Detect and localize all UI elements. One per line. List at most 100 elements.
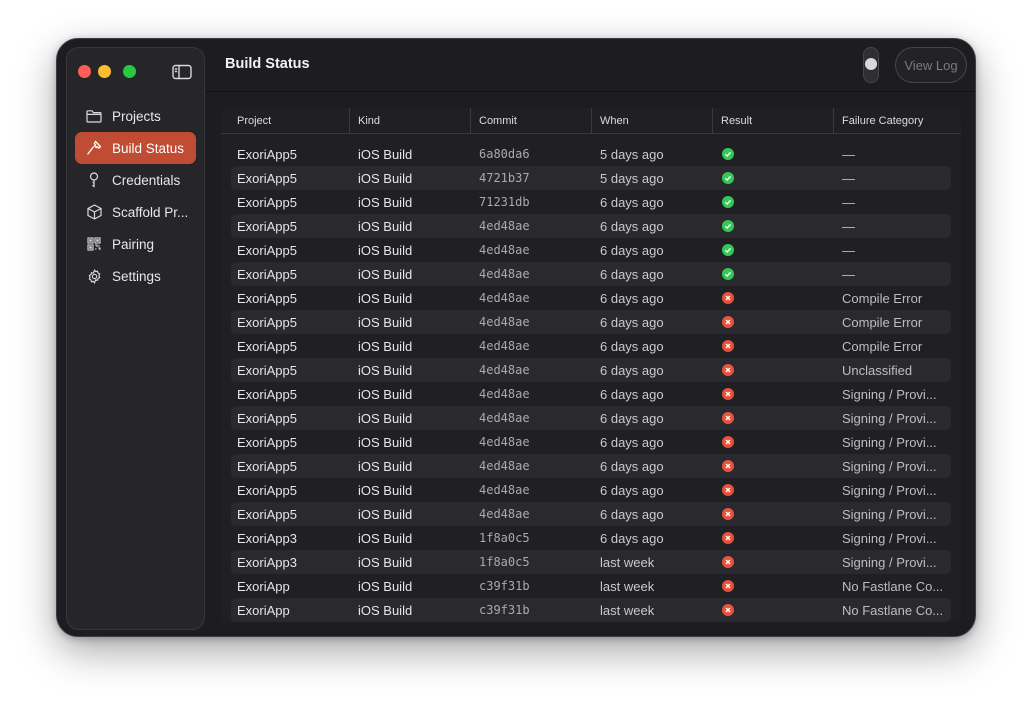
column-header-failure-category[interactable]: Failure Category bbox=[833, 108, 961, 134]
table-row[interactable]: ExoriApp5 iOS Build 4721b37 5 days ago — bbox=[231, 166, 951, 190]
cell-project: ExoriApp5 bbox=[237, 506, 297, 522]
table-row[interactable]: ExoriApp5 iOS Build 4ed48ae 6 days ago Compi… bbox=[231, 310, 951, 334]
failure-x-icon bbox=[722, 364, 734, 376]
column-header-commit[interactable]: Commit bbox=[470, 108, 591, 134]
cell-kind: iOS Build bbox=[358, 170, 413, 186]
cell-when: 6 days ago bbox=[600, 506, 664, 522]
cell-project: ExoriApp5 bbox=[237, 410, 297, 426]
sidebar-toggle-icon[interactable] bbox=[172, 64, 192, 80]
column-header-when[interactable]: When bbox=[591, 108, 712, 134]
cell-commit: 6a80da6 bbox=[479, 147, 530, 161]
cell-kind: iOS Build bbox=[358, 602, 413, 618]
cell-result bbox=[722, 406, 834, 430]
table-row[interactable]: ExoriApp5 iOS Build 4ed48ae 6 days ago Signi… bbox=[231, 478, 951, 502]
cell-when: 6 days ago bbox=[600, 386, 664, 402]
cell-commit: 4ed48ae bbox=[479, 339, 530, 353]
table-row[interactable]: ExoriApp5 iOS Build 4ed48ae 6 days ago Signi… bbox=[231, 454, 951, 478]
table-row[interactable]: ExoriApp5 iOS Build 4ed48ae 6 days ago — bbox=[231, 214, 951, 238]
zoom-window-button[interactable] bbox=[123, 65, 136, 78]
view-log-button[interactable]: View Log bbox=[895, 47, 967, 83]
failure-x-icon bbox=[722, 580, 734, 592]
cell-when: 6 days ago bbox=[600, 242, 664, 258]
sidebar-item-label: Build Status bbox=[112, 140, 185, 156]
sidebar-item-credentials[interactable]: Credentials bbox=[75, 164, 196, 196]
column-header-result[interactable]: Result bbox=[712, 108, 833, 134]
sidebar-item-projects[interactable]: Projects bbox=[75, 100, 196, 132]
table-row[interactable]: ExoriApp3 iOS Build 1f8a0c5 last week Signin… bbox=[231, 550, 951, 574]
table-row[interactable]: ExoriApp5 iOS Build 4ed48ae 6 days ago Uncla… bbox=[231, 358, 951, 382]
cell-project: ExoriApp5 bbox=[237, 314, 297, 330]
hammer-icon bbox=[86, 140, 102, 156]
cell-failure-category: — bbox=[842, 170, 855, 186]
table-row[interactable]: ExoriApp5 iOS Build 71231db 6 days ago — bbox=[231, 190, 951, 214]
cell-result bbox=[722, 526, 834, 550]
column-header-project[interactable]: Project bbox=[229, 108, 349, 134]
cell-commit: 1f8a0c5 bbox=[479, 531, 530, 545]
cell-result bbox=[722, 478, 834, 502]
failure-x-icon bbox=[722, 604, 734, 616]
failure-x-icon bbox=[722, 532, 734, 544]
cell-kind: iOS Build bbox=[358, 194, 413, 210]
table-row[interactable]: ExoriApp3 iOS Build 1f8a0c5 6 days ago Signi… bbox=[231, 526, 951, 550]
cell-result bbox=[722, 214, 834, 238]
success-checkmark-icon bbox=[722, 268, 734, 280]
cell-kind: iOS Build bbox=[358, 290, 413, 306]
table-row[interactable]: ExoriApp5 iOS Build 4ed48ae 6 days ago Signi… bbox=[231, 430, 951, 454]
failure-x-icon bbox=[722, 484, 734, 496]
column-header-kind[interactable]: Kind bbox=[349, 108, 470, 134]
cell-when: 6 days ago bbox=[600, 314, 664, 330]
cell-commit: 4ed48ae bbox=[479, 291, 530, 305]
cell-commit: c39f31b bbox=[479, 603, 530, 617]
success-checkmark-icon bbox=[722, 220, 734, 232]
cell-when: 5 days ago bbox=[600, 170, 664, 186]
table-row[interactable]: ExoriApp5 iOS Build 4ed48ae 6 days ago — bbox=[231, 262, 951, 286]
cell-project: ExoriApp5 bbox=[237, 170, 297, 186]
table-row[interactable]: ExoriApp5 iOS Build 4ed48ae 6 days ago Signi… bbox=[231, 382, 951, 406]
sidebar-item-label: Credentials bbox=[112, 172, 181, 188]
table-row[interactable]: ExoriApp5 iOS Build 4ed48ae 6 days ago Signi… bbox=[231, 502, 951, 526]
table-row[interactable]: ExoriApp5 iOS Build 4ed48ae 6 days ago Compi… bbox=[231, 286, 951, 310]
table-row[interactable]: ExoriApp iOS Build c39f31b last week No Fast… bbox=[231, 574, 951, 598]
toolbar-toggle[interactable] bbox=[863, 47, 879, 83]
cell-kind: iOS Build bbox=[358, 458, 413, 474]
cell-result bbox=[722, 598, 834, 622]
cell-result bbox=[722, 382, 834, 406]
cell-commit: 4ed48ae bbox=[479, 459, 530, 473]
cell-when: 6 days ago bbox=[600, 410, 664, 426]
cell-when: 6 days ago bbox=[600, 338, 664, 354]
sidebar-item-settings[interactable]: Settings bbox=[75, 260, 196, 292]
cell-failure-category: — bbox=[842, 146, 855, 162]
cell-failure-category: Signing / Provi... bbox=[842, 434, 937, 450]
cell-kind: iOS Build bbox=[358, 338, 413, 354]
sidebar-item-pairing[interactable]: Pairing bbox=[75, 228, 196, 260]
table-row[interactable]: ExoriApp5 iOS Build 4ed48ae 6 days ago — bbox=[231, 238, 951, 262]
cell-failure-category: No Fastlane Co... bbox=[842, 602, 944, 618]
cell-commit: 4ed48ae bbox=[479, 219, 530, 233]
sidebar-item-scaffold[interactable]: Scaffold Pr... bbox=[75, 196, 196, 228]
table-row[interactable]: ExoriApp5 iOS Build 4ed48ae 6 days ago Compi… bbox=[231, 334, 951, 358]
key-icon bbox=[86, 172, 102, 188]
cell-result bbox=[722, 502, 834, 526]
cell-project: ExoriApp5 bbox=[237, 338, 297, 354]
cell-failure-category: Signing / Provi... bbox=[842, 554, 937, 570]
table-row[interactable]: ExoriApp5 iOS Build 6a80da6 5 days ago — bbox=[231, 142, 951, 166]
cell-when: 6 days ago bbox=[600, 218, 664, 234]
cell-failure-category: Signing / Provi... bbox=[842, 482, 937, 498]
cell-failure-category: — bbox=[842, 242, 855, 258]
minimize-window-button[interactable] bbox=[98, 65, 111, 78]
cell-when: 6 days ago bbox=[600, 362, 664, 378]
cell-when: 6 days ago bbox=[600, 530, 664, 546]
close-window-button[interactable] bbox=[78, 65, 91, 78]
cell-result bbox=[722, 358, 834, 382]
failure-x-icon bbox=[722, 316, 734, 328]
cell-commit: 4ed48ae bbox=[479, 435, 530, 449]
table-row[interactable]: ExoriApp5 iOS Build 4ed48ae 6 days ago Signi… bbox=[231, 406, 951, 430]
failure-x-icon bbox=[722, 292, 734, 304]
folder-icon bbox=[86, 108, 102, 124]
qrcode-icon bbox=[86, 236, 102, 252]
sidebar-item-build-status[interactable]: Build Status bbox=[75, 132, 196, 164]
cell-project: ExoriApp5 bbox=[237, 266, 297, 282]
sidebar-item-label: Scaffold Pr... bbox=[112, 204, 189, 220]
table-row[interactable]: ExoriApp iOS Build c39f31b last week No Fast… bbox=[231, 598, 951, 622]
success-checkmark-icon bbox=[722, 172, 734, 184]
